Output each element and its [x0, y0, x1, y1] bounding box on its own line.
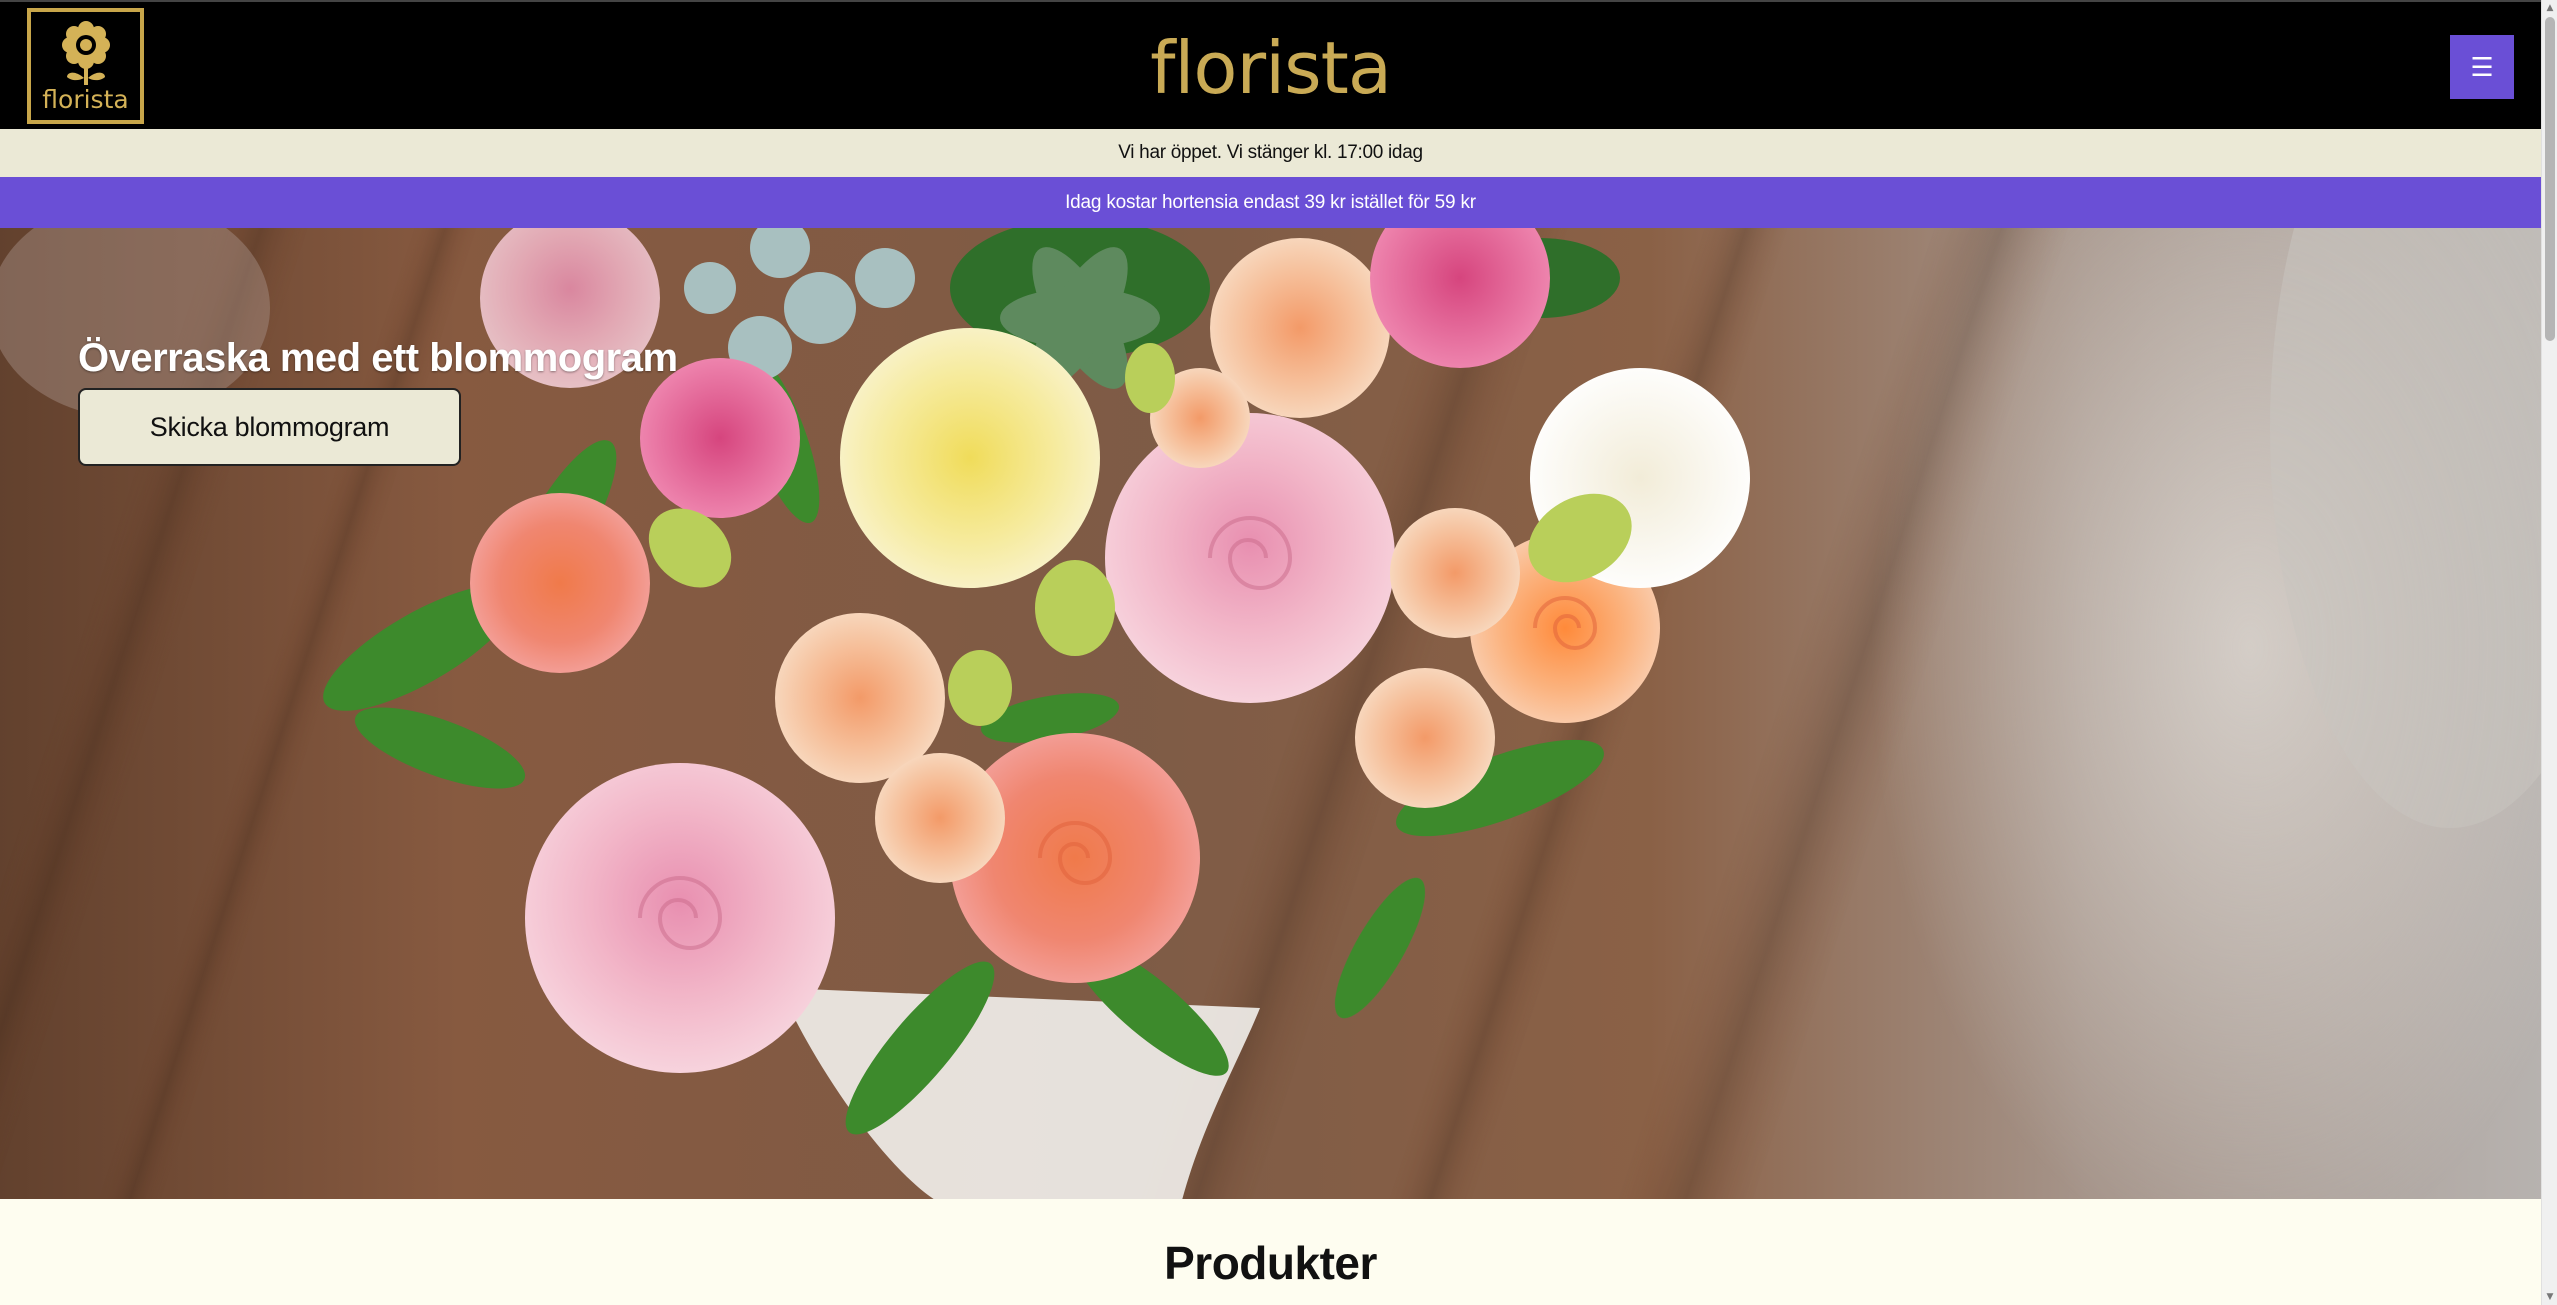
opening-hours-banner: Vi har öppet. Vi stänger kl. 17:00 idag — [0, 129, 2541, 177]
brand-title: florista — [1150, 26, 1392, 110]
menu-button[interactable]: ☰ — [2450, 35, 2514, 99]
offer-banner: Idag kostar hortensia endast 39 kr istäl… — [0, 177, 2541, 228]
site-header: florista florista ☰ — [0, 0, 2541, 129]
hamburger-icon: ☰ — [2470, 52, 2494, 82]
hero-heading: Överraska med ett blommogram — [78, 336, 678, 380]
page-content: florista florista ☰ Vi har öppet. Vi stä… — [0, 0, 2541, 1305]
hero-section: Överraska med ett blommogram Skicka blom… — [0, 228, 2541, 1199]
products-heading: Produkter — [1164, 1237, 1377, 1289]
send-flowergram-button[interactable]: Skicka blommogram — [78, 388, 461, 466]
vertical-scrollbar[interactable]: ▲ ▼ — [2541, 0, 2557, 1305]
page: florista florista ☰ Vi har öppet. Vi stä… — [0, 0, 2557, 1305]
scroll-up-arrow-icon[interactable]: ▲ — [2542, 0, 2557, 16]
scroll-down-arrow-icon[interactable]: ▼ — [2542, 1289, 2557, 1305]
scrollbar-thumb[interactable] — [2545, 17, 2555, 341]
